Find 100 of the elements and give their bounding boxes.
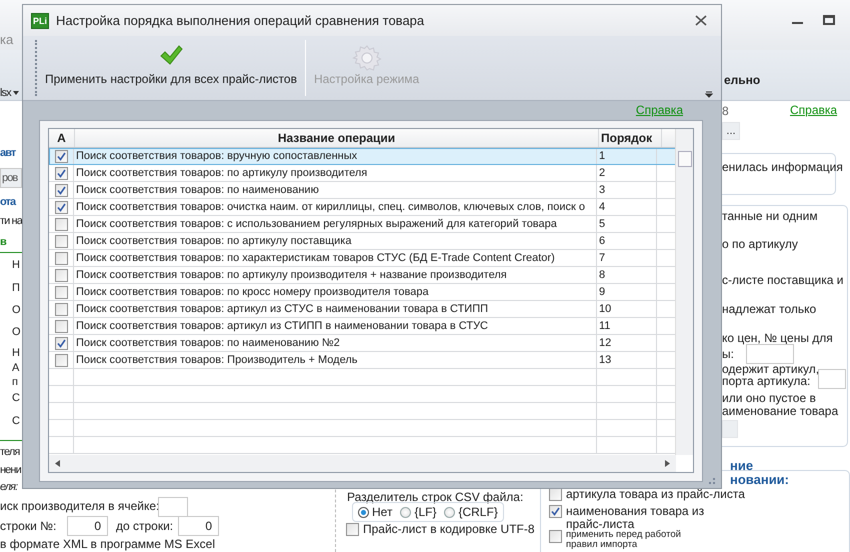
checkbox[interactable]: [54, 166, 68, 180]
checkbox[interactable]: [54, 286, 68, 298]
resize-grip-icon[interactable]: [708, 477, 715, 484]
table-cell: Поиск соответствия товаров: по наименованию: [74, 182, 597, 198]
vertical-scrollbar[interactable]: [675, 129, 693, 455]
input-field[interactable]: 0: [178, 516, 219, 536]
column-header[interactable]: Порядок: [599, 129, 662, 147]
window-title: ка: [0, 32, 14, 47]
option-label: С: [12, 391, 20, 405]
help-link[interactable]: Справка: [790, 103, 838, 117]
table-cell: 6: [597, 233, 657, 249]
table-cell: 10: [597, 301, 657, 317]
table-row[interactable]: Поиск соответствия товаров: вручную сопоставленных 1: [49, 148, 676, 165]
checkbox[interactable]: [54, 252, 68, 264]
table-cell: 12: [597, 335, 657, 351]
input-field[interactable]: [158, 497, 188, 517]
section-heading: новании:: [730, 473, 790, 487]
option-label: аименование товара: [722, 404, 838, 418]
horizontal-scrollbar[interactable]: [49, 455, 676, 472]
table-cell: 8: [597, 267, 657, 283]
table-row[interactable]: Поиск соответствия товаров: артикул из СТИПП в наименовании товара в СТУС 11: [49, 318, 676, 335]
table-row[interactable]: Поиск соответствия товаров: очистка наим. от кириллицы, спец. символов, ключевых слов, поиск о 4: [49, 199, 676, 216]
option-label: ы:: [722, 347, 734, 361]
checkbox[interactable]: [346, 523, 359, 536]
checkbox[interactable]: [549, 488, 562, 501]
table-cell: Поиск соответствия товаров: по характеристикам товаров СТУС (БД E-Trade Content Creator): [74, 250, 597, 266]
table-cell: Поиск соответствия товаров: по кросс номеру производителя товара: [74, 284, 597, 300]
option-label: до строки:: [116, 519, 174, 533]
table-row[interactable]: Поиск соответствия товаров: по артикулу поставщика 6: [49, 233, 676, 250]
checkbox[interactable]: [54, 218, 68, 230]
checkbox[interactable]: [54, 200, 68, 214]
table-row[interactable]: Поиск соответствия товаров: Производитель + Модель 13: [49, 352, 676, 369]
radio-option[interactable]: {CRLF}: [444, 505, 498, 519]
toolbar-button[interactable]: Применить настройки для всех прайс-листов: [43, 40, 299, 96]
checkbox[interactable]: [54, 320, 68, 332]
option-label: теля: [0, 445, 20, 459]
toolbar-button-label[interactable]: ельно: [724, 73, 760, 87]
table-cell: 2: [597, 165, 657, 181]
maximize-icon[interactable]: [823, 15, 835, 25]
input-field[interactable]: [818, 369, 846, 389]
option-label: П: [12, 281, 20, 295]
overflow-icon[interactable]: [705, 90, 713, 98]
checkbox[interactable]: [549, 505, 562, 518]
checkbox-label: артикула товара из прайс-листа: [566, 488, 745, 501]
input-field[interactable]: 0: [67, 516, 108, 536]
option-label: Н: [12, 258, 20, 272]
checkbox[interactable]: [54, 150, 68, 162]
checkbox[interactable]: [549, 530, 562, 543]
table-row[interactable]: Поиск соответствия товаров: с использованием регулярных выражений для категорий товара 5: [49, 216, 676, 233]
caret-icon: [12, 91, 19, 95]
option-label: О: [12, 303, 20, 317]
tab-label: 8: [722, 104, 729, 118]
checkbox[interactable]: [54, 354, 68, 366]
checkbox[interactable]: [54, 234, 68, 248]
table-row[interactable]: Поиск соответствия товаров: по характеристикам товаров СТУС (БД E-Trade Content Creator) 7: [49, 250, 676, 267]
column-header[interactable]: Название операции: [75, 129, 599, 147]
option-label: енилась информация: [722, 160, 843, 174]
browse-button[interactable]: ...: [722, 122, 740, 140]
table-row[interactable]: Поиск соответствия товаров: по артикулу производителя 2: [49, 165, 676, 182]
close-icon[interactable]: [695, 15, 707, 26]
checkbox[interactable]: [54, 268, 68, 282]
option-label: О: [12, 325, 20, 339]
input-field[interactable]: ров: [0, 168, 22, 188]
checkmark-icon: [158, 44, 183, 66]
table-row[interactable]: Поиск соответствия товаров: по артикулу производителя + название производителя 8: [49, 267, 676, 284]
option-label: Разделитель строк CSV файла:: [347, 490, 524, 504]
table-cell: Поиск соответствия товаров: по наименованию №2: [74, 335, 597, 351]
table-cell: 1: [597, 148, 657, 164]
checkbox[interactable]: [54, 336, 68, 350]
menu-item[interactable]: lsx: [0, 86, 19, 100]
scroll-right-icon[interactable]: [665, 460, 670, 467]
table-cell: Поиск соответствия товаров: артикул из СТИПП в наименовании товара в СТУС: [74, 318, 597, 334]
table-cell: Поиск соответствия товаров: по артикулу производителя + название производителя: [74, 267, 597, 283]
table-cell: 3: [597, 182, 657, 198]
table-cell: 7: [597, 250, 657, 266]
option-label: иск производителя в ячейке:: [0, 499, 160, 513]
table-cell: 11: [597, 318, 657, 334]
column-header[interactable]: А: [49, 129, 75, 147]
section-heading: в: [0, 235, 6, 249]
table-cell: Поиск соответствия товаров: по артикулу производителя: [74, 165, 597, 181]
table-cell: Поиск соответствия товаров: вручную сопоставленных: [74, 148, 597, 164]
radio-option[interactable]: Нет: [358, 505, 392, 519]
input-field[interactable]: [746, 344, 794, 364]
table-row[interactable]: Поиск соответствия товаров: по кросс номеру производителя товара 9: [49, 284, 676, 301]
scroll-left-icon[interactable]: [55, 460, 60, 467]
option-label: А: [12, 361, 18, 375]
option-label: ко цен, № цены для: [722, 331, 833, 345]
table-cell: Поиск соответствия товаров: очистка наим. от кириллицы, спец. символов, ключевых слов, поиск о: [74, 199, 597, 215]
option-label: нени: [0, 463, 21, 477]
table-row[interactable]: Поиск соответствия товаров: артикул из СТУС в наименовании товара в СТИПП 10: [49, 301, 676, 318]
option-label: одержит артикул,: [722, 362, 820, 376]
option-label: Н: [12, 346, 20, 360]
table-cell: Поиск соответствия товаров: с использованием регулярных выражений для категорий товара: [74, 216, 597, 232]
table-row[interactable]: Поиск соответствия товаров: по наименованию №2 12: [49, 335, 676, 352]
radio-option[interactable]: {LF}: [400, 505, 436, 519]
checkbox[interactable]: [54, 184, 68, 196]
gear-icon: [352, 44, 382, 72]
option-label: в формате XML в программе MS Excel: [0, 537, 215, 551]
checkbox[interactable]: [54, 302, 68, 316]
table-row[interactable]: Поиск соответствия товаров: по наименованию 3: [49, 182, 676, 199]
